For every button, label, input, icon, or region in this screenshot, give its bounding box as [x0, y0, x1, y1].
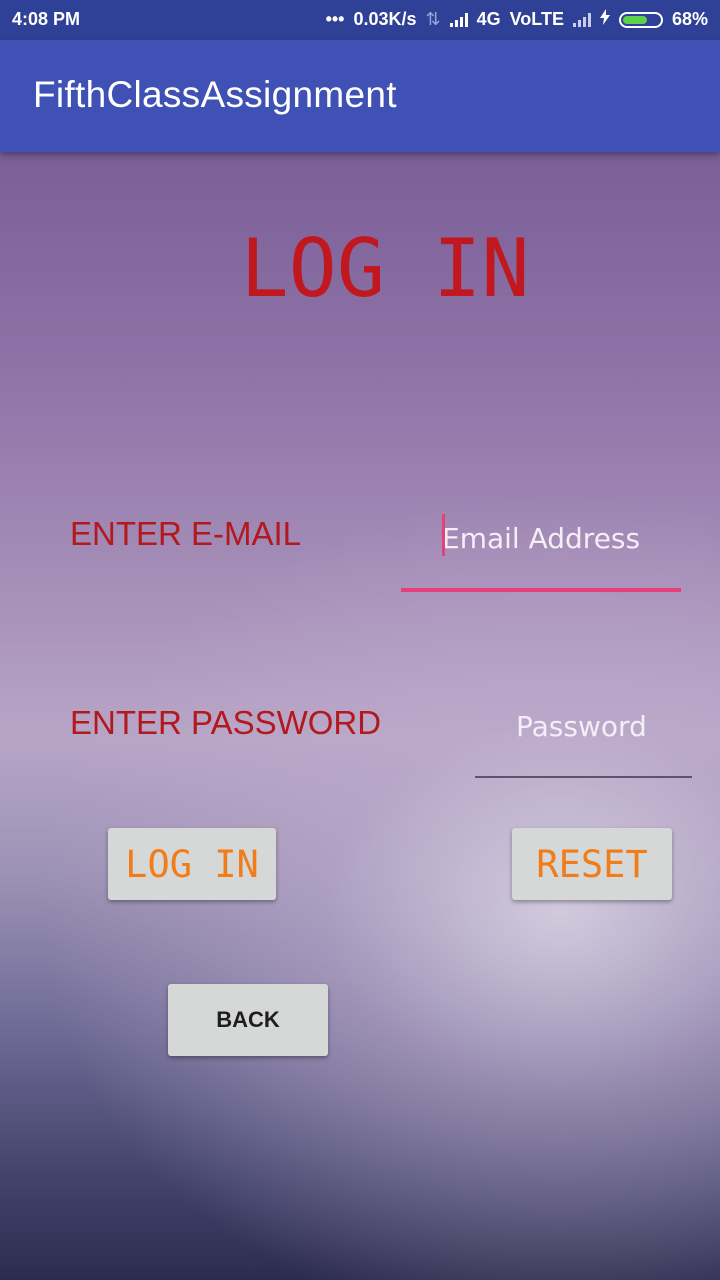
data-transfer-icon: ⇅ — [425, 9, 441, 29]
battery-fill — [622, 15, 648, 24]
status-time: 4:08 PM — [12, 9, 81, 29]
password-label: ENTER PASSWORD — [70, 704, 382, 741]
signal-icon — [449, 12, 468, 27]
app-title: FifthClassAssignment — [33, 74, 397, 115]
more-dots-icon: ••• — [325, 9, 345, 29]
charging-icon — [599, 9, 610, 30]
app-bar: FifthClassAssignment — [0, 40, 720, 152]
password-field-underline — [475, 776, 692, 778]
back-button[interactable]: BACK — [168, 984, 328, 1056]
text-cursor — [442, 514, 445, 556]
password-field[interactable] — [516, 706, 686, 746]
screen: 4:08 PM ••• 0.03K/s ⇅ 4G VoLTE 68% Fifth… — [0, 0, 720, 1280]
login-button[interactable]: LOG IN — [108, 828, 276, 900]
signal-icon — [572, 12, 591, 27]
network-speed: 0.03K/s — [353, 9, 417, 29]
email-field[interactable] — [442, 518, 680, 558]
battery-icon — [618, 11, 663, 28]
volte-label: VoLTE — [509, 9, 564, 29]
page-title: LOG IN — [240, 222, 530, 315]
email-label: ENTER E-MAIL — [70, 515, 302, 552]
status-bar: 4:08 PM ••• 0.03K/s ⇅ 4G VoLTE 68% — [0, 0, 720, 40]
network-type: 4G — [476, 9, 501, 29]
status-indicators: ••• 0.03K/s ⇅ 4G VoLTE 68% — [326, 9, 708, 30]
reset-button[interactable]: RESET — [512, 828, 672, 900]
email-field-underline — [401, 588, 681, 592]
battery-percent: 68% — [671, 9, 708, 29]
